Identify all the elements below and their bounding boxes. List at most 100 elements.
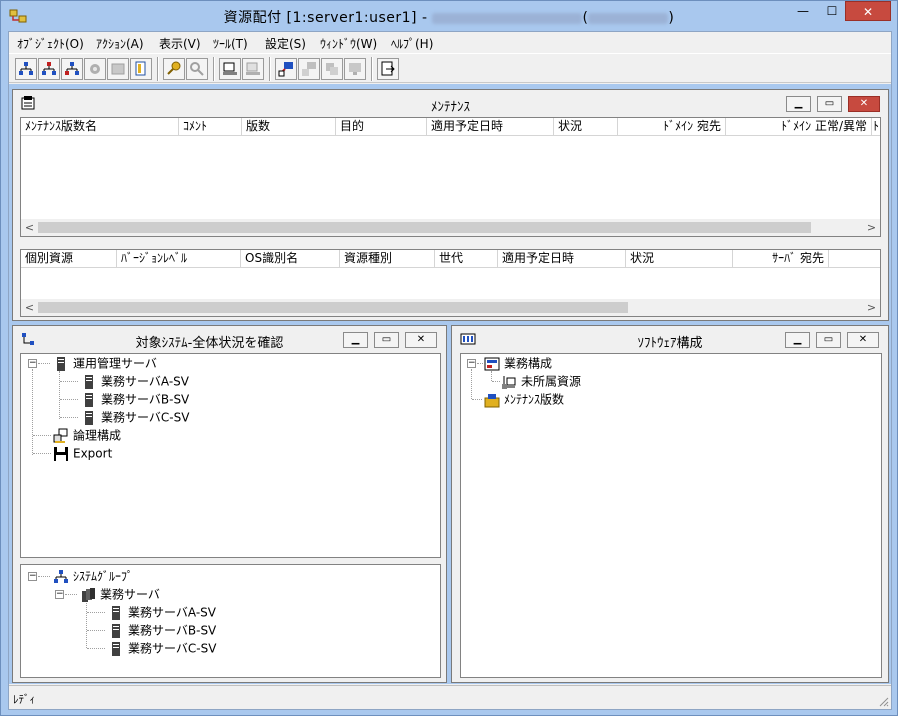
- col-domain-result[interactable]: ﾄﾞﾒｲﾝ 正常/異常: [726, 118, 872, 136]
- col-version-level[interactable]: ﾊﾞｰｼﾞｮﾝﾚﾍﾞﾙ: [117, 250, 241, 268]
- tree-connector: [87, 612, 105, 613]
- close-button[interactable]: ✕: [845, 1, 891, 21]
- tree-node-server-a[interactable]: 業務サーバA-SV: [81, 372, 189, 390]
- scroll-right-arrow[interactable]: >: [863, 299, 880, 316]
- col-resource[interactable]: 個別資源: [21, 250, 117, 268]
- tree-node-label: 業務サーバC-SV: [101, 410, 190, 425]
- col-purpose[interactable]: 目的: [336, 118, 427, 136]
- resource-hscroll[interactable]: < >: [21, 299, 880, 316]
- tree-collapse-toggle[interactable]: −: [28, 572, 37, 581]
- software-minimize-button[interactable]: ▁: [785, 332, 810, 348]
- software-close-button[interactable]: ✕: [847, 332, 879, 348]
- toolbar: [9, 53, 891, 83]
- maintenance-restore-button[interactable]: ▭: [817, 96, 842, 112]
- resize-grip-icon[interactable]: [877, 695, 889, 707]
- software-restore-button[interactable]: ▭: [816, 332, 841, 348]
- system-close-button[interactable]: ✕: [405, 332, 437, 348]
- tree-collapse-toggle[interactable]: −: [28, 359, 37, 368]
- tree-view-blue-button[interactable]: [15, 58, 37, 80]
- system-minimize-button[interactable]: ▁: [343, 332, 368, 348]
- tree-node-mgmt-server[interactable]: 運用管理サーバ: [53, 354, 157, 372]
- menu-tool[interactable]: ﾂｰﾙ(T): [213, 35, 248, 52]
- col-version[interactable]: 版数: [242, 118, 336, 136]
- scroll-thumb[interactable]: [38, 302, 628, 313]
- tree-collapse-toggle[interactable]: −: [467, 359, 476, 368]
- tree-connector: [60, 381, 78, 382]
- tree-node-logical-config[interactable]: 論理構成: [53, 426, 121, 444]
- toolbar-separator: [371, 57, 373, 81]
- tree-node-server-c[interactable]: 業務サーバC-SV: [81, 408, 189, 426]
- maintenance-title-bar[interactable]: ﾒﾝﾃﾅﾝｽ ▁ ▭ ✕: [13, 90, 888, 116]
- tree-node-export[interactable]: Export: [53, 444, 112, 462]
- disabled-tool-1-button[interactable]: [84, 58, 106, 80]
- tree-connector: [491, 371, 492, 381]
- col-server-dest[interactable]: ｻｰﾊﾞ 宛先: [733, 250, 829, 268]
- tree-node-group-server-c[interactable]: 業務サーバC-SV: [108, 639, 216, 657]
- col-schedule-2[interactable]: 適用予定日時: [498, 250, 626, 268]
- maintenance-hscroll[interactable]: < >: [21, 219, 880, 236]
- tree-view-mixed-button[interactable]: [61, 58, 83, 80]
- tree-connector: [472, 399, 482, 400]
- tree-node-label: 未所属資源: [521, 374, 582, 389]
- deploy-disabled-2-button[interactable]: [321, 58, 343, 80]
- col-status-2[interactable]: 状況: [626, 250, 733, 268]
- tree-collapse-toggle[interactable]: −: [55, 590, 64, 599]
- col-domain-dest[interactable]: ﾄﾞﾒｲﾝ 宛先: [618, 118, 726, 136]
- distribute-button[interactable]: [219, 58, 241, 80]
- col-status[interactable]: 状況: [554, 118, 618, 136]
- scroll-left-arrow[interactable]: <: [21, 299, 38, 316]
- tree-node-group-server-b[interactable]: 業務サーバB-SV: [108, 621, 216, 639]
- disabled-gear-icon: [90, 64, 100, 74]
- menu-settings[interactable]: 設定(S): [265, 35, 306, 52]
- tree-node-system-group[interactable]: ｼｽﾃﾑｸﾞﾙｰﾌﾟ: [53, 567, 133, 585]
- tree-connector: [38, 576, 50, 577]
- menu-view[interactable]: 表示(V): [159, 35, 201, 52]
- key-button[interactable]: [163, 58, 185, 80]
- toolbar-separator: [213, 57, 215, 81]
- tree-connector: [471, 369, 472, 399]
- col-schedule[interactable]: 適用予定日時: [427, 118, 554, 136]
- server-icon: [85, 392, 93, 407]
- tree-node-business-config[interactable]: 業務構成: [484, 354, 552, 372]
- minimize-button[interactable]: —: [789, 1, 817, 21]
- scroll-left-arrow[interactable]: <: [21, 219, 38, 236]
- tree-node-group-server-a[interactable]: 業務サーバA-SV: [108, 603, 216, 621]
- menu-help[interactable]: ﾍﾙﾌﾟ(H): [391, 35, 433, 52]
- tree-node-maintenance-versions[interactable]: ﾒﾝﾃﾅﾝｽ版数: [484, 390, 564, 408]
- scroll-right-arrow[interactable]: >: [863, 219, 880, 236]
- tree-connector: [65, 594, 77, 595]
- tree-node-business-servers[interactable]: 業務サーバ: [80, 585, 160, 603]
- menu-object[interactable]: ｵﾌﾞｼﾞｪｸﾄ(O): [17, 35, 84, 52]
- maximize-button[interactable]: ☐: [818, 1, 846, 21]
- col-generation[interactable]: 世代: [435, 250, 498, 268]
- col-maintenance-name[interactable]: ﾒﾝﾃﾅﾝｽ版数名: [21, 118, 179, 136]
- col-resource-type[interactable]: 資源種別: [340, 250, 435, 268]
- distribute-disabled-button[interactable]: [242, 58, 264, 80]
- tree-node-unassigned-resources[interactable]: 未所属資源: [501, 372, 581, 390]
- col-os-id[interactable]: OS識別名: [241, 250, 340, 268]
- search-disabled-button[interactable]: [186, 58, 208, 80]
- maintenance-minimize-button[interactable]: ▁: [786, 96, 811, 112]
- title-bar[interactable]: 資源配付 [1:server1:user1] - () — ☐ ✕: [1, 1, 897, 31]
- deploy-disabled-3-button[interactable]: [344, 58, 366, 80]
- export-button[interactable]: [377, 58, 399, 80]
- menu-action[interactable]: ｱｸｼｮﾝ(A): [96, 35, 144, 52]
- tree-node-label: 業務構成: [504, 356, 553, 371]
- col-domain-cut[interactable]: ﾄ: [872, 118, 880, 136]
- system-restore-button[interactable]: ▭: [374, 332, 399, 348]
- document-button[interactable]: [130, 58, 152, 80]
- system-status-title-bar[interactable]: 対象ｼｽﾃﾑ-全体状況を確認 ▁ ▭ ✕: [13, 326, 446, 352]
- tree-view-red-button[interactable]: [38, 58, 60, 80]
- menu-bar: ｵﾌﾞｼﾞｪｸﾄ(O) ｱｸｼｮﾝ(A) 表示(V) ﾂｰﾙ(T) 設定(S) …: [9, 32, 891, 53]
- deploy-button[interactable]: [275, 58, 297, 80]
- col-comment[interactable]: ｺﾒﾝﾄ: [179, 118, 242, 136]
- tree-node-server-b[interactable]: 業務サーバB-SV: [81, 390, 189, 408]
- menu-window[interactable]: ｳｨﾝﾄﾞｳ(W): [320, 35, 377, 52]
- unassigned-resource-icon: [502, 375, 516, 389]
- scroll-thumb[interactable]: [38, 222, 811, 233]
- disabled-tool-2-button[interactable]: [107, 58, 129, 80]
- maintenance-close-button[interactable]: ✕: [848, 96, 880, 112]
- software-config-title-bar[interactable]: ｿﾌﾄｳｪｱ構成 ▁ ▭ ✕: [452, 326, 888, 352]
- deploy-disabled-2-icon: [326, 63, 338, 75]
- deploy-disabled-1-button[interactable]: [298, 58, 320, 80]
